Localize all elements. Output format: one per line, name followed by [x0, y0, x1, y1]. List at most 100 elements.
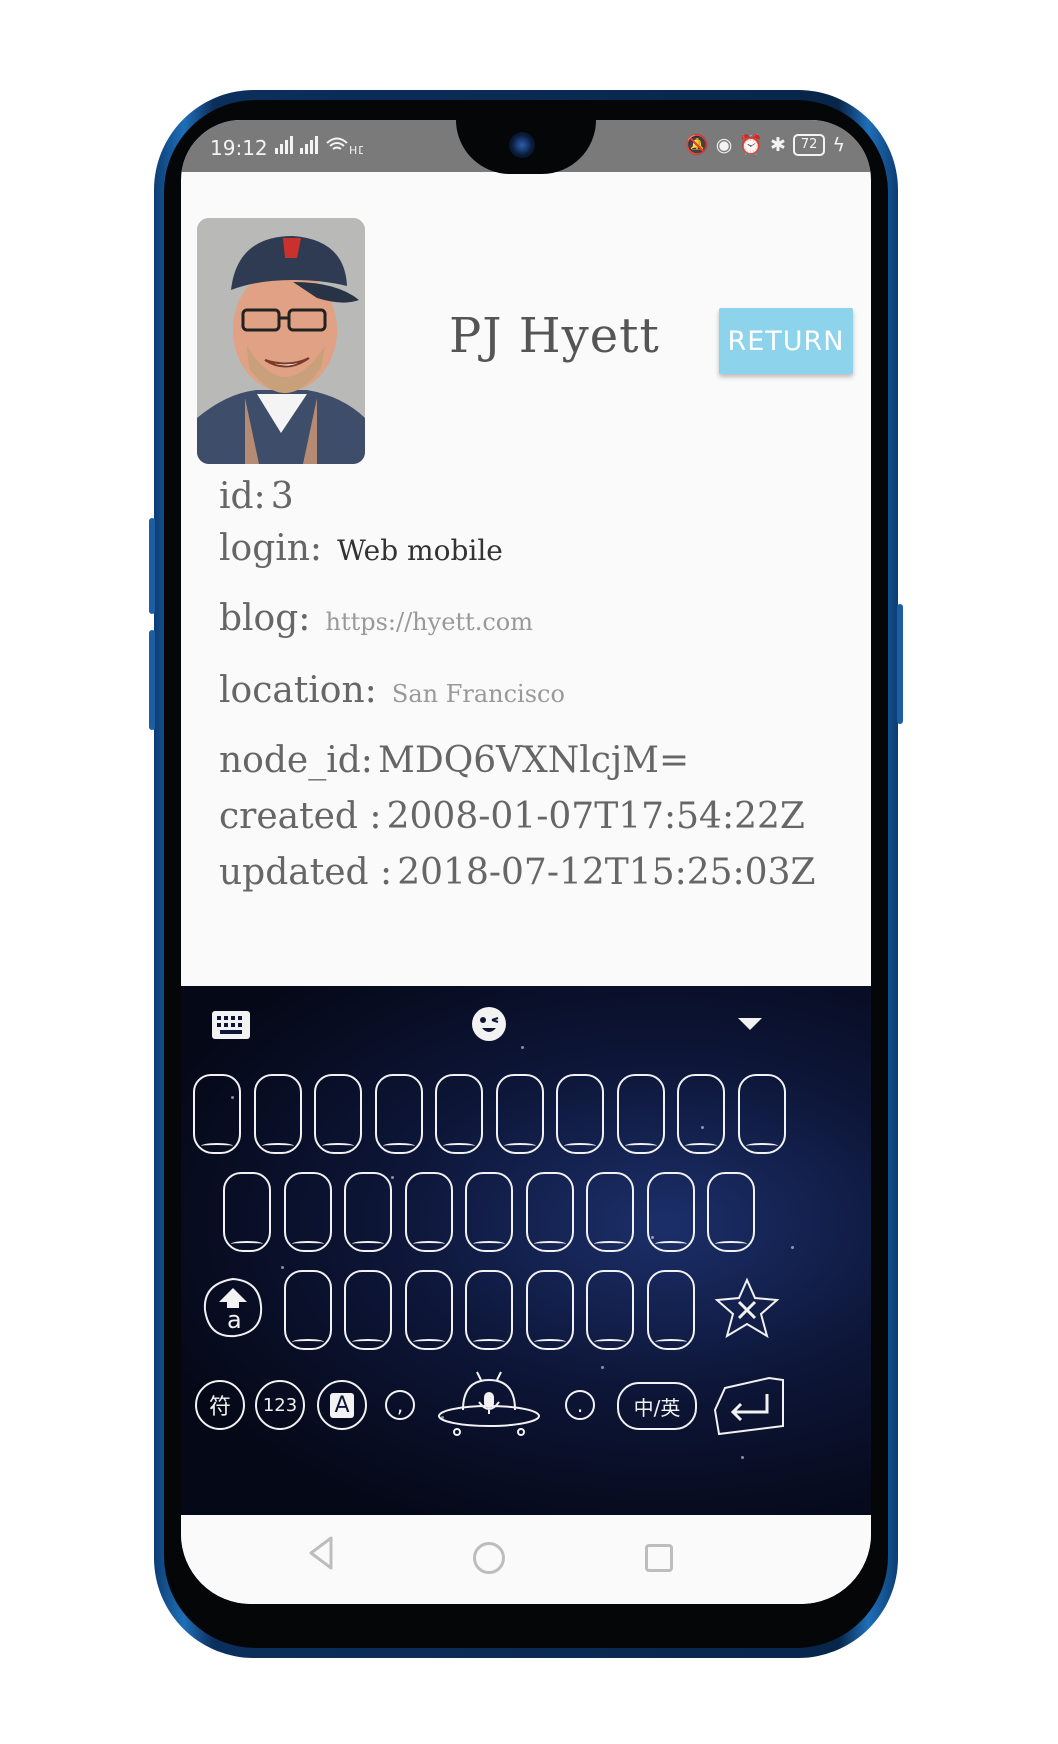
key[interactable]: [465, 1270, 513, 1350]
delete-icon: [714, 1277, 780, 1339]
comma-key[interactable]: ,: [385, 1390, 415, 1420]
comma-label: ,: [396, 1393, 404, 1417]
key[interactable]: [526, 1270, 574, 1350]
key[interactable]: [647, 1172, 695, 1252]
blog-value[interactable]: https://hyett.com: [326, 608, 533, 636]
star: [601, 1366, 604, 1369]
key[interactable]: [617, 1074, 665, 1154]
symbols-label: 符: [208, 1395, 231, 1420]
alpha-label: A: [330, 1392, 354, 1418]
alpha-key[interactable]: A: [317, 1380, 367, 1430]
created-label: created :: [219, 796, 382, 837]
key[interactable]: [738, 1074, 786, 1154]
numbers-label: 123: [262, 1394, 298, 1416]
key[interactable]: [496, 1074, 544, 1154]
key[interactable]: [223, 1172, 271, 1252]
key[interactable]: [707, 1172, 755, 1252]
key[interactable]: [405, 1172, 453, 1252]
key[interactable]: [344, 1270, 392, 1350]
keyboard: a 符 123 A , . 中/英: [181, 986, 871, 1515]
home-icon[interactable]: [473, 1542, 505, 1574]
collapse-icon[interactable]: [736, 1016, 764, 1036]
lang-label: 中/英: [633, 1395, 681, 1420]
key[interactable]: [435, 1074, 483, 1154]
key[interactable]: [405, 1270, 453, 1350]
blog-row: blog: https://hyett.com: [219, 598, 533, 639]
created-row: created : 2008-01-07T17:54:22Z: [219, 796, 805, 837]
back-icon[interactable]: [307, 1535, 335, 1571]
star: [521, 1046, 524, 1049]
period-key[interactable]: .: [565, 1390, 595, 1420]
delete-key[interactable]: [713, 1276, 781, 1342]
user-name: PJ Hyett: [449, 308, 660, 364]
node-id-label: node_id:: [219, 740, 373, 781]
key[interactable]: [526, 1172, 574, 1252]
period-label: .: [576, 1393, 584, 1417]
node-id-row: node_id: MDQ6VXNlcjM=: [219, 740, 689, 781]
microphone-icon: [438, 1371, 540, 1436]
key[interactable]: [647, 1270, 695, 1350]
numbers-key[interactable]: 123: [255, 1380, 305, 1430]
svg-text:HD: HD: [349, 144, 363, 156]
lang-switch-key[interactable]: 中/英: [617, 1382, 697, 1430]
power-button: [897, 604, 903, 724]
volume-button: [149, 518, 155, 614]
key[interactable]: [344, 1172, 392, 1252]
id-label: id:: [219, 476, 266, 517]
created-value: 2008-01-07T17:54:22Z: [386, 796, 805, 837]
return-button[interactable]: RETURN: [719, 308, 853, 374]
login-row: login: Web mobile: [219, 528, 503, 569]
location-row: location: San Francisco: [219, 670, 565, 711]
status-time: 19:12: [210, 136, 268, 160]
updated-row: updated : 2018-07-12T15:25:03Z: [219, 852, 816, 893]
node-id-value: MDQ6VXNlcjM=: [378, 740, 690, 781]
avatar-photo: [197, 218, 365, 464]
key[interactable]: [314, 1074, 362, 1154]
updated-value: 2018-07-12T15:25:03Z: [397, 852, 816, 893]
key[interactable]: [465, 1172, 513, 1252]
battery-indicator: 72: [792, 133, 826, 156]
symbols-key[interactable]: 符: [195, 1380, 245, 1430]
location-value: San Francisco: [391, 680, 565, 708]
emoji-icon[interactable]: [471, 1006, 507, 1046]
key[interactable]: [375, 1074, 423, 1154]
key[interactable]: [284, 1270, 332, 1350]
key[interactable]: [586, 1172, 634, 1252]
space-key[interactable]: [437, 1370, 541, 1440]
key[interactable]: [254, 1074, 302, 1154]
charging-icon: ϟ: [832, 133, 845, 156]
key[interactable]: [586, 1270, 634, 1350]
shift-key[interactable]: a: [201, 1276, 265, 1340]
id-value: 3: [270, 476, 294, 517]
star: [281, 1266, 284, 1269]
updated-label: updated :: [219, 852, 393, 893]
navigation-bar: [181, 1515, 871, 1604]
key[interactable]: [556, 1074, 604, 1154]
keyboard-icon[interactable]: [211, 1010, 251, 1044]
key[interactable]: [677, 1074, 725, 1154]
screen: 19:12 HD 🔕 ◉ ⏰ ✱ 72 ϟ: [181, 120, 871, 1604]
enter-key[interactable]: [711, 1374, 787, 1438]
blog-label: blog:: [219, 598, 311, 639]
location-label: location:: [219, 670, 377, 711]
star: [791, 1246, 794, 1249]
shift-letter: a: [227, 1306, 242, 1334]
front-camera: [509, 132, 535, 158]
signal-icon: HD: [275, 136, 367, 157]
volume-button-2: [149, 630, 155, 730]
lock-icon: ◉: [715, 133, 733, 156]
key[interactable]: [284, 1172, 332, 1252]
key[interactable]: [193, 1074, 241, 1154]
avatar: [197, 218, 365, 464]
status-right-icons: 🔕 ◉ ⏰ ✱ 72 ϟ: [685, 133, 845, 156]
login-label: login:: [219, 528, 323, 569]
signal-icons: HD: [273, 134, 367, 161]
alarm-icon: ⏰: [739, 134, 763, 156]
star: [741, 1456, 744, 1459]
enter-icon: [713, 1376, 784, 1436]
id-row: id: 3: [219, 476, 294, 517]
star: [391, 1176, 394, 1179]
bluetooth-icon: ✱: [769, 133, 786, 156]
recent-apps-icon[interactable]: [645, 1544, 673, 1572]
bell-off-icon: 🔕: [685, 134, 709, 156]
